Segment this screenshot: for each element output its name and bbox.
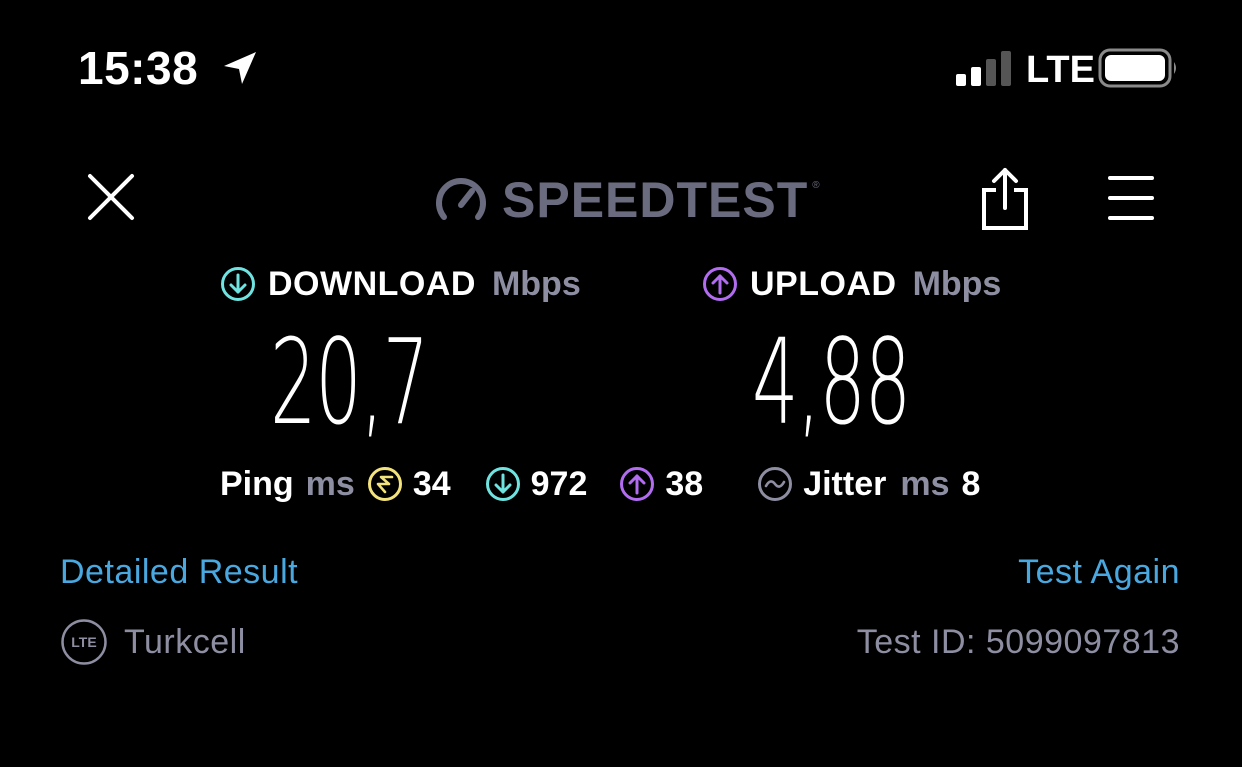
test-again-link[interactable]: Test Again [1018,550,1180,594]
ping-idle-icon [367,467,402,501]
battery-icon [1098,48,1176,88]
ping-download-value: 972 [530,465,588,503]
download-unit: Mbps [491,265,581,303]
logo-trademark: ® [812,180,820,191]
ping-upload-icon [620,467,655,501]
download-header: DOWNLOAD Mbps [220,262,581,306]
speedtest-logo: SPEEDTEST ® [434,168,820,232]
cellular-signal-icon [956,51,1011,86]
network-type: LTE [1026,49,1095,91]
download-value: 20,7 [270,313,429,451]
upload-header: UPLOAD Mbps [702,262,1001,306]
ping-label: Ping [220,465,294,503]
ping-idle-value: 34 [412,465,451,503]
jitter-value: 8 [961,465,981,503]
ping-download-icon [485,467,520,501]
status-time: 15:38 [78,42,199,94]
jitter-icon [758,467,793,501]
carrier-name: Turkcell [124,623,246,661]
share-icon[interactable] [976,166,1034,232]
download-label: DOWNLOAD [268,265,476,303]
logo-text: SPEEDTEST [502,172,809,228]
speedometer-icon [436,178,486,220]
detailed-result-link[interactable]: Detailed Result [60,550,298,594]
upload-value: 4,88 [752,313,911,451]
location-arrow-icon [224,52,256,84]
hamburger-menu-icon[interactable] [1104,174,1158,222]
jitter-label: Jitter [803,465,887,503]
jitter-unit: ms [900,465,950,503]
test-id: Test ID: 5099097813 [856,623,1180,661]
download-arrow-icon [221,267,255,301]
upload-arrow-icon [703,267,737,301]
carrier-info: LTE Turkcell [60,618,246,666]
upload-unit: Mbps [912,265,1002,303]
ping-jitter-row: Ping ms 34 972 38 Jitter ms 8 [220,462,980,506]
ping-unit: ms [305,465,355,503]
upload-label: UPLOAD [750,265,897,303]
close-icon[interactable] [84,170,138,224]
lte-badge-text: LTE [71,634,96,650]
ping-upload-value: 38 [665,465,704,503]
lte-badge-icon: LTE [61,619,107,665]
